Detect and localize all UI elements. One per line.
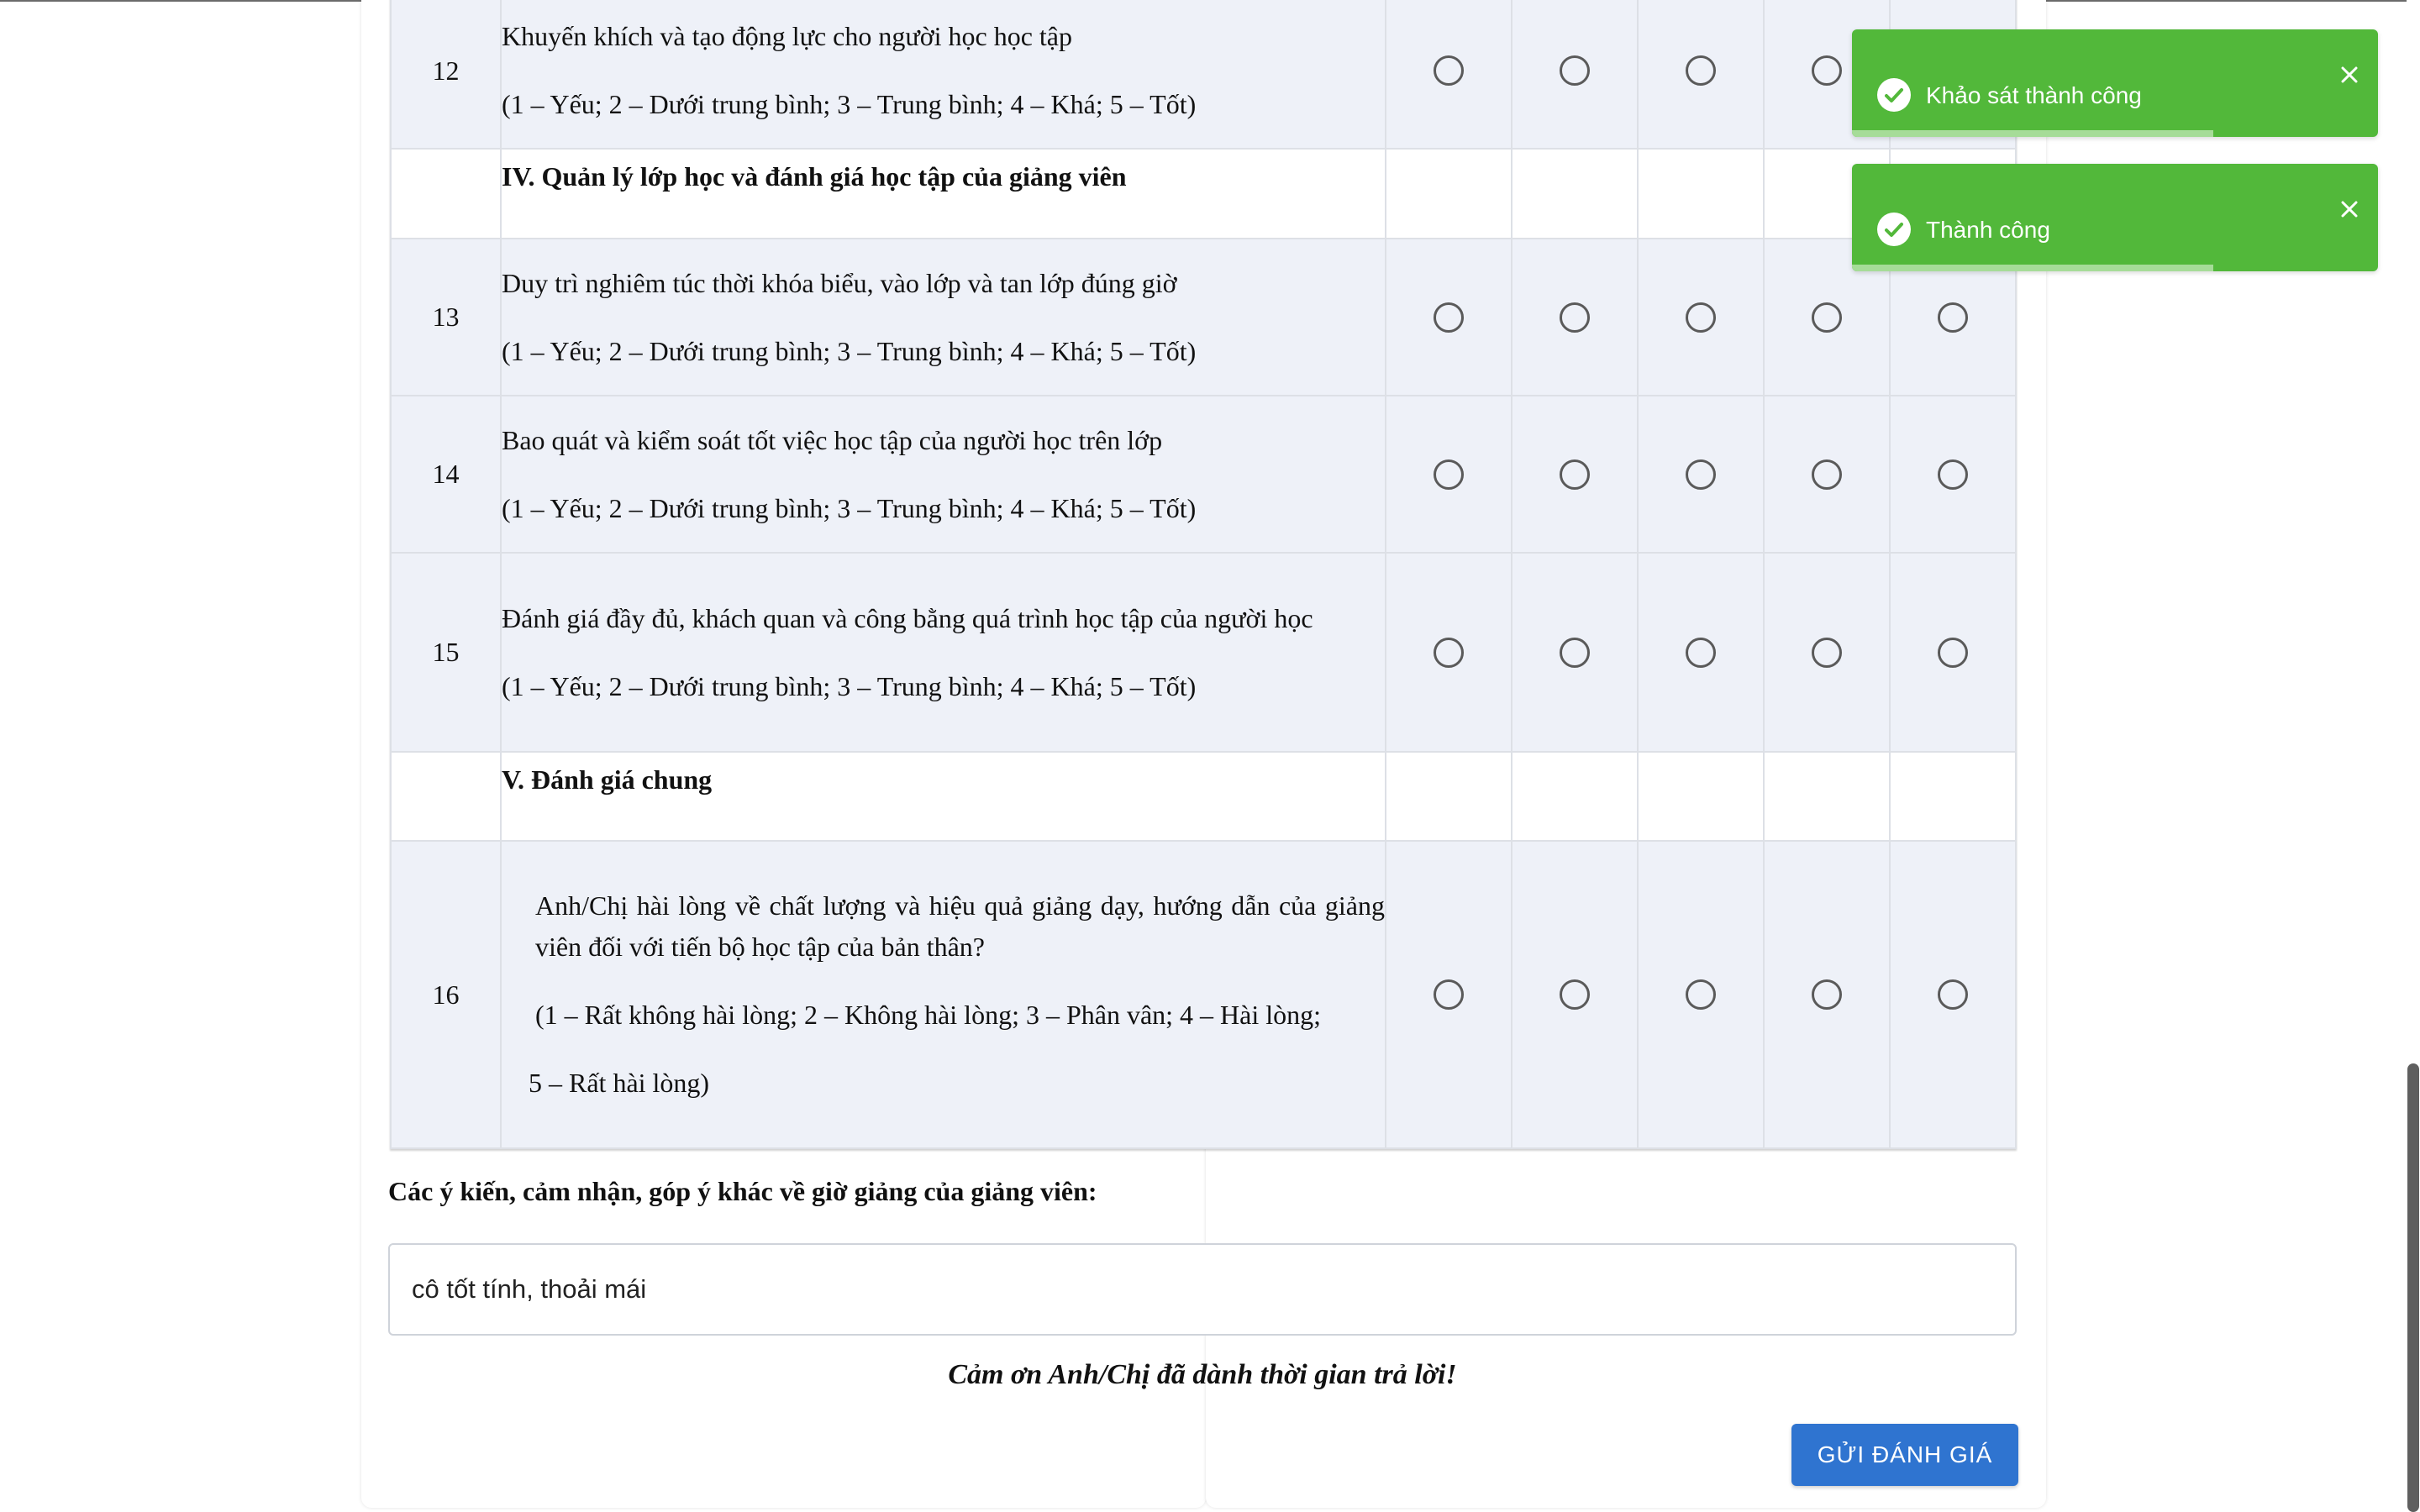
question-scale: (1 – Yếu; 2 – Dưới trung bình; 3 – Trung…	[502, 335, 1197, 366]
rating-radio-3[interactable]	[1686, 55, 1716, 86]
question-text-cell: Bao quát và kiểm soát tốt việc học tập c…	[500, 395, 1386, 554]
rating-radio-2[interactable]	[1560, 302, 1590, 333]
rating-radio-4[interactable]	[1812, 55, 1842, 86]
question-number: 14	[390, 395, 502, 554]
comments-input[interactable]: cô tốt tính, thoải mái	[388, 1243, 2017, 1336]
rating-radio-1[interactable]	[1434, 55, 1464, 86]
thanks-message: Cảm ơn Anh/Chị đã dành thời gian trả lời…	[948, 1359, 1457, 1390]
question-number: 16	[390, 840, 502, 1149]
rating-radio-2[interactable]	[1560, 637, 1590, 668]
table-row: 13 Duy trì nghiêm túc thời khóa biểu, và…	[390, 238, 2017, 396]
question-text: Anh/Chị hài lòng về chất lượng và hiệu q…	[535, 890, 1385, 962]
toast-message: Thành công	[1926, 217, 2050, 243]
rating-radio-1[interactable]	[1434, 637, 1464, 668]
check-circle-icon	[1877, 78, 1911, 112]
rating-radio-3[interactable]	[1686, 302, 1716, 333]
question-number: 12	[390, 0, 502, 150]
table-row: 15 Đánh giá đầy đủ, khách quan và công b…	[390, 552, 2017, 753]
question-scale-end: 5 – Rất hài lòng)	[529, 1068, 710, 1098]
table-row: 12 Khuyến khích và tạo động lực cho ngườ…	[390, 0, 2017, 150]
rating-radio-2[interactable]	[1560, 55, 1590, 86]
question-text-cell: Anh/Chị hài lòng về chất lượng và hiệu q…	[500, 840, 1386, 1149]
rating-radio-5[interactable]	[1938, 302, 1968, 333]
close-icon[interactable]	[2338, 63, 2361, 87]
rating-radio-4[interactable]	[1812, 979, 1842, 1010]
rating-radio-4[interactable]	[1812, 302, 1842, 333]
toast-progress-bar	[1852, 130, 2213, 137]
question-scale: (1 – Yếu; 2 – Dưới trung bình; 3 – Trung…	[502, 492, 1197, 523]
section-title: V. Đánh giá chung	[500, 751, 1386, 842]
rating-radio-3[interactable]	[1686, 979, 1716, 1010]
question-text: Duy trì nghiêm túc thời khóa biểu, vào l…	[502, 267, 1177, 298]
toast-message: Khảo sát thành công	[1926, 82, 2142, 108]
rating-radio-3[interactable]	[1686, 637, 1716, 668]
survey-table: 12 Khuyến khích và tạo động lực cho ngườ…	[390, 0, 2017, 1149]
rating-radio-2[interactable]	[1560, 979, 1590, 1010]
rating-radio-5[interactable]	[1938, 979, 1968, 1010]
scrollbar-thumb[interactable]	[2407, 1063, 2419, 1512]
table-row: 16 Anh/Chị hài lòng về chất lượng và hiệ…	[390, 840, 2017, 1149]
toast-progress-bar	[1852, 265, 2213, 271]
question-text: Đánh giá đầy đủ, khách quan và công bằng…	[502, 602, 1313, 633]
rating-radio-1[interactable]	[1434, 459, 1464, 490]
close-icon[interactable]	[2338, 197, 2361, 221]
question-number: 15	[390, 552, 502, 753]
rating-radio-4[interactable]	[1812, 459, 1842, 490]
rating-radio-4[interactable]	[1812, 637, 1842, 668]
question-scale: (1 – Rất không hài lòng; 2 – Không hài l…	[535, 1000, 1322, 1030]
question-text: Khuyến khích và tạo động lực cho người h…	[502, 21, 1072, 51]
toast-notification: Khảo sát thành công	[1852, 29, 2378, 137]
section-row: V. Đánh giá chung	[390, 751, 2017, 842]
section-row: IV. Quản lý lớp học và đánh giá học tập …	[390, 148, 2017, 239]
rating-radio-3[interactable]	[1686, 459, 1716, 490]
submit-evaluation-button[interactable]: GỬI ĐÁNH GIÁ	[1791, 1424, 2018, 1486]
question-scale: (1 – Yếu; 2 – Dưới trung bình; 3 – Trung…	[502, 89, 1197, 119]
table-row: 14 Bao quát và kiểm soát tốt việc học tậ…	[390, 395, 2017, 554]
rating-radio-2[interactable]	[1560, 459, 1590, 490]
comments-label: Các ý kiến, cảm nhận, góp ý khác về giờ …	[388, 1176, 1097, 1206]
question-text-cell: Khuyến khích và tạo động lực cho người h…	[500, 0, 1386, 150]
section-title: IV. Quản lý lớp học và đánh giá học tập …	[500, 148, 1386, 239]
rating-radio-5[interactable]	[1938, 459, 1968, 490]
rating-radio-5[interactable]	[1938, 637, 1968, 668]
toast-notification: Thành công	[1852, 164, 2378, 271]
rating-radio-1[interactable]	[1434, 302, 1464, 333]
question-text: Bao quát và kiểm soát tốt việc học tập c…	[502, 424, 1163, 455]
rating-radio-1[interactable]	[1434, 979, 1464, 1010]
question-scale: (1 – Yếu; 2 – Dưới trung bình; 3 – Trung…	[502, 670, 1197, 701]
question-text-cell: Duy trì nghiêm túc thời khóa biểu, vào l…	[500, 238, 1386, 396]
question-number: 13	[390, 238, 502, 396]
question-text-cell: Đánh giá đầy đủ, khách quan và công bằng…	[500, 552, 1386, 753]
check-circle-icon	[1877, 213, 1911, 246]
